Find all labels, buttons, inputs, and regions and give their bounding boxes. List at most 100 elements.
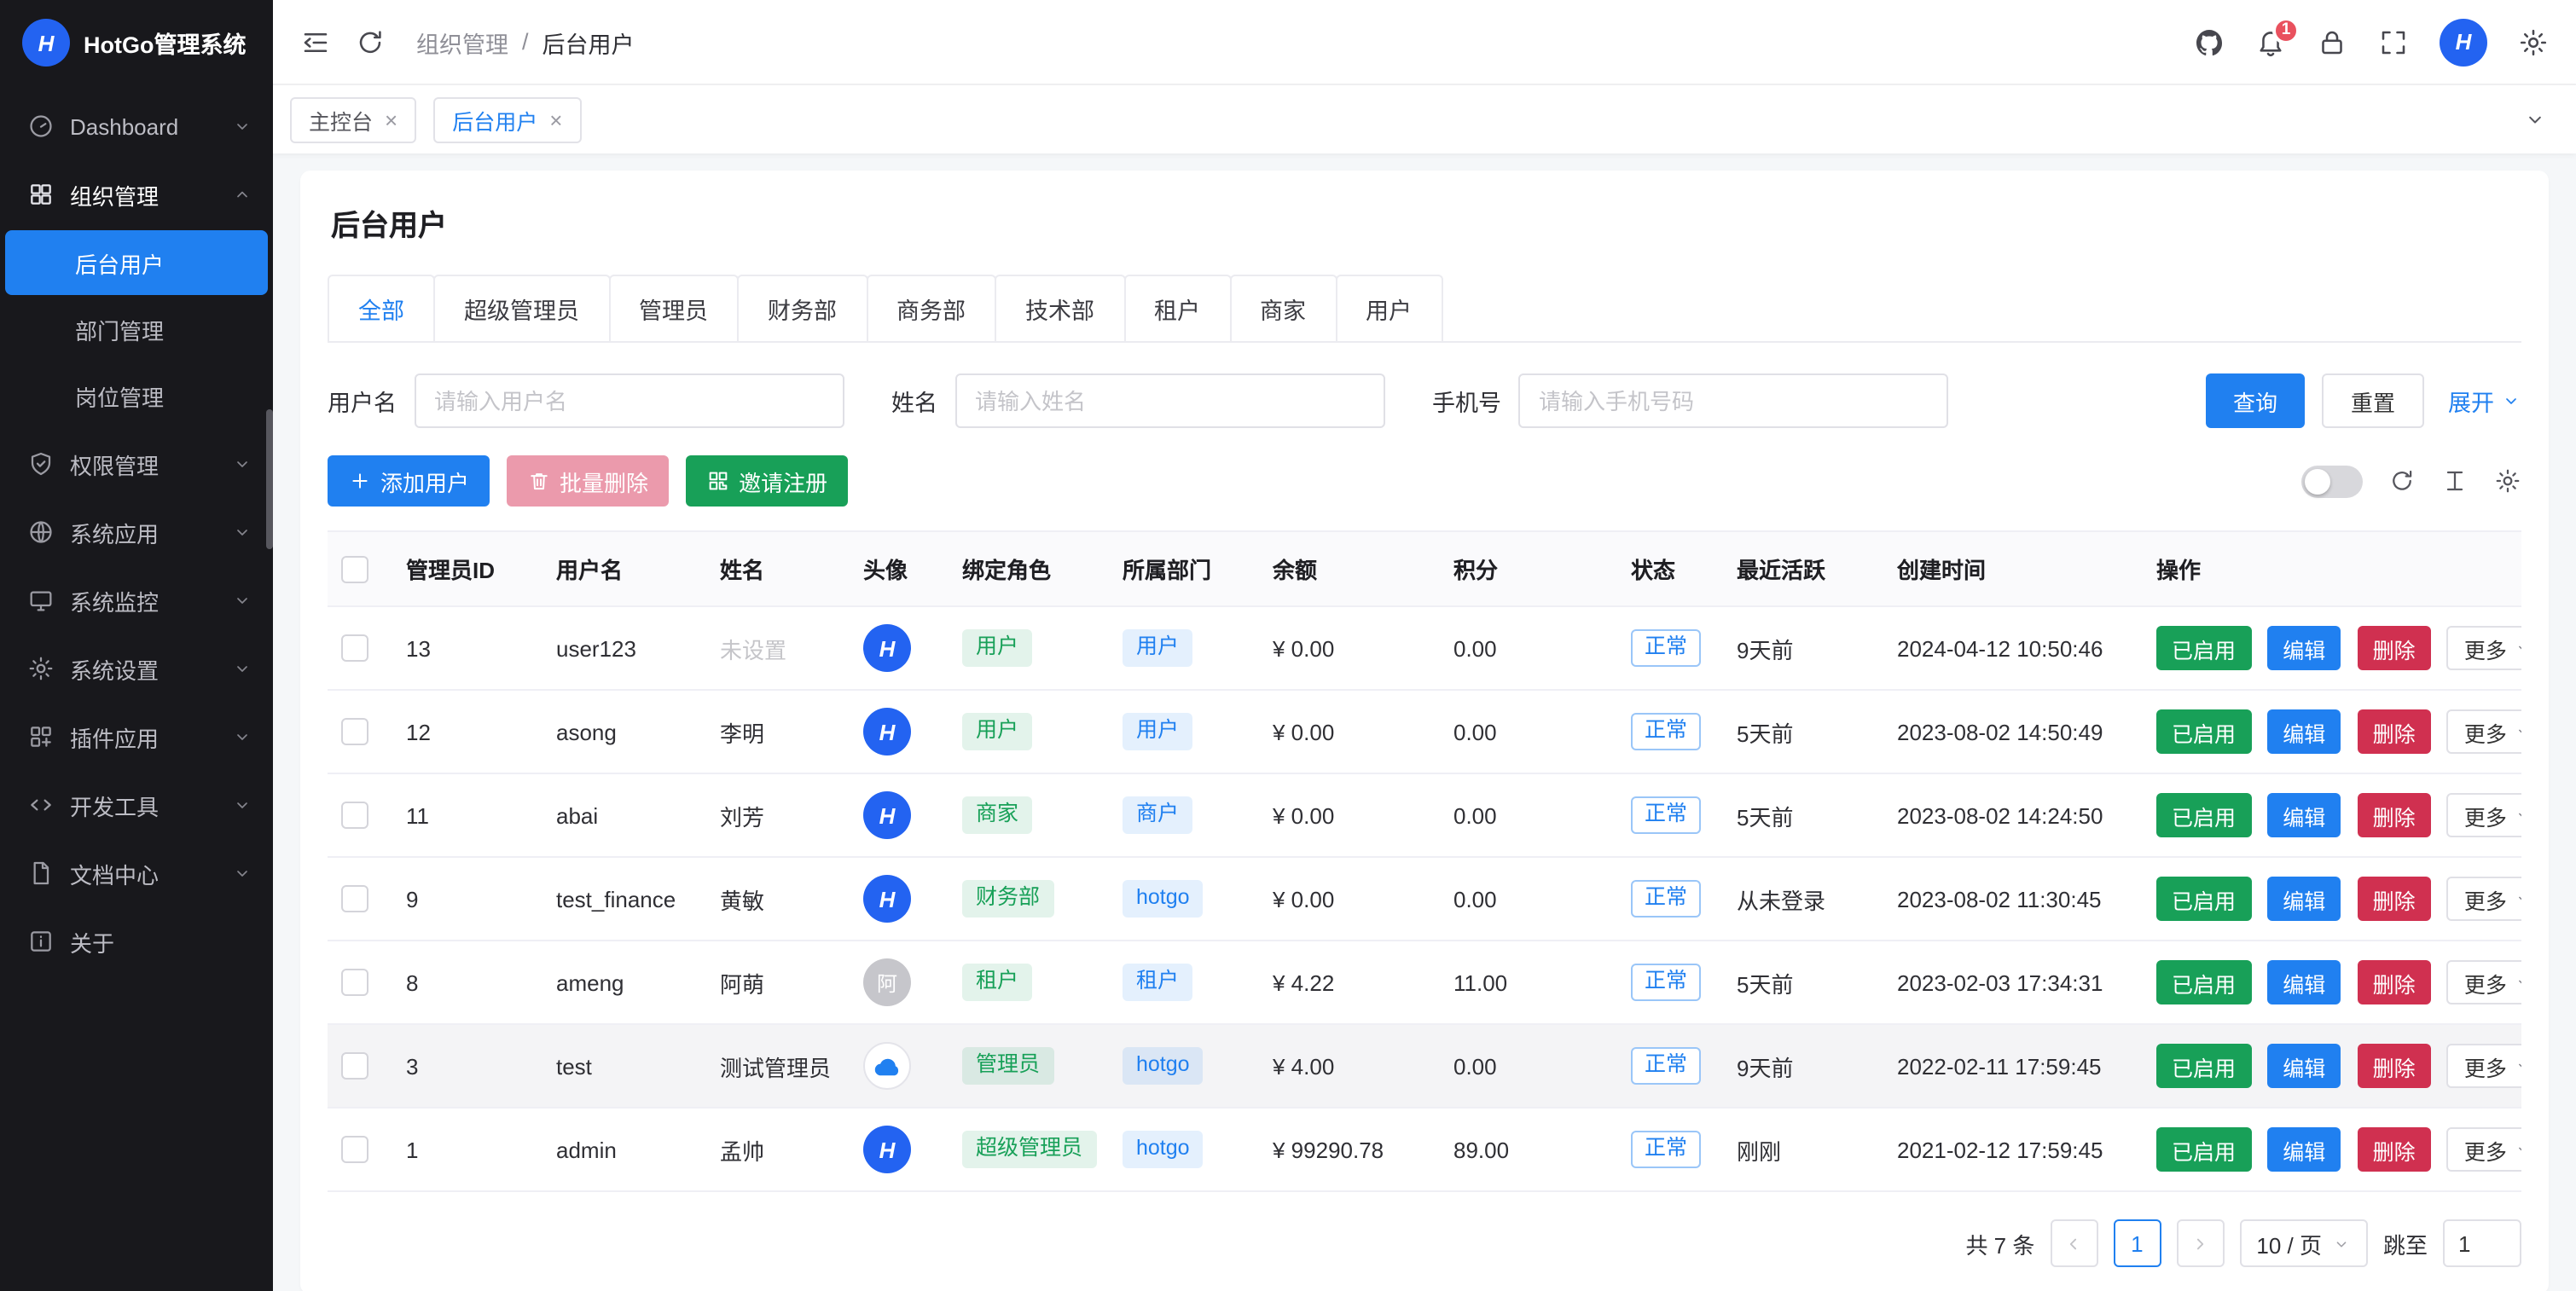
sidebar-item-post[interactable]: 岗位管理 — [5, 363, 268, 428]
page-number-button[interactable]: 1 — [2113, 1219, 2161, 1267]
user-avatar[interactable]: H — [2440, 18, 2487, 66]
sidebar-item-department[interactable]: 部门管理 — [5, 297, 268, 362]
filter-tab[interactable]: 用户 — [1335, 275, 1442, 341]
jump-page-input[interactable] — [2443, 1219, 2521, 1267]
row-checkbox[interactable] — [341, 886, 368, 913]
batch-delete-button[interactable]: 批量删除 — [507, 455, 669, 507]
close-icon[interactable]: × — [385, 108, 397, 130]
expand-filters-link[interactable]: 展开 — [2448, 384, 2521, 418]
row-checkbox[interactable] — [341, 1137, 368, 1164]
sidebar-item-dev-tools[interactable]: 开发工具 — [0, 771, 273, 839]
settings-gear-icon[interactable] — [2518, 26, 2549, 57]
enabled-button[interactable]: 已启用 — [2156, 626, 2251, 670]
close-icon[interactable]: × — [549, 108, 562, 130]
realname-input[interactable] — [954, 373, 1384, 428]
more-button[interactable]: 更多 — [2447, 1044, 2521, 1088]
username-input[interactable] — [414, 373, 844, 428]
select-all-checkbox[interactable] — [341, 556, 368, 583]
more-button[interactable]: 更多 — [2447, 960, 2521, 1004]
sidebar-item-system-setting[interactable]: 系统设置 — [0, 634, 273, 703]
edit-button[interactable]: 编辑 — [2267, 793, 2341, 837]
column-settings-icon[interactable] — [2494, 467, 2521, 495]
sidebar-item-doc-center[interactable]: 文档中心 — [0, 839, 273, 907]
edit-button[interactable]: 编辑 — [2267, 1044, 2341, 1088]
delete-button[interactable]: 删除 — [2358, 793, 2431, 837]
row-checkbox[interactable] — [341, 635, 368, 663]
edit-button[interactable]: 编辑 — [2267, 626, 2341, 670]
sidebar-item-system-app[interactable]: 系统应用 — [0, 498, 273, 566]
notifications-button[interactable]: 1 — [2255, 26, 2286, 57]
row-checkbox[interactable] — [341, 1053, 368, 1080]
more-button[interactable]: 更多 — [2447, 877, 2521, 921]
filter-tab[interactable]: 商务部 — [866, 275, 996, 341]
filter-tab[interactable]: 商家 — [1229, 275, 1337, 341]
enabled-button[interactable]: 已启用 — [2156, 709, 2251, 754]
more-button[interactable]: 更多 — [2447, 709, 2521, 754]
delete-button[interactable]: 删除 — [2358, 626, 2431, 670]
delete-button[interactable]: 删除 — [2358, 1127, 2431, 1172]
table-row[interactable]: 3 test 测试管理员 管理员 hotgo ¥ 4.00 0.00 正常 9天… — [328, 1024, 2521, 1108]
table-row[interactable]: 13 user123 未设置 H 用户 用户 ¥ 0.00 0.00 正常 9天… — [328, 606, 2521, 690]
sidebar-item-backend-users[interactable]: 后台用户 — [5, 230, 268, 295]
row-checkbox[interactable] — [341, 719, 368, 746]
filter-tab[interactable]: 财务部 — [737, 275, 867, 341]
delete-button[interactable]: 删除 — [2358, 709, 2431, 754]
tab-chip[interactable]: 后台用户 × — [433, 96, 581, 142]
edit-button[interactable]: 编辑 — [2267, 1127, 2341, 1172]
delete-button[interactable]: 删除 — [2358, 877, 2431, 921]
fullscreen-icon[interactable] — [2378, 26, 2409, 57]
more-button[interactable]: 更多 — [2447, 793, 2521, 837]
query-button[interactable]: 查询 — [2206, 373, 2305, 428]
sidebar-item-organization[interactable]: 组织管理 — [0, 160, 273, 229]
edit-button[interactable]: 编辑 — [2267, 960, 2341, 1004]
sidebar-item-dashboard[interactable]: Dashboard — [0, 92, 273, 160]
invite-register-button[interactable]: 邀请注册 — [686, 455, 848, 507]
breadcrumb-item[interactable]: 组织管理 — [416, 25, 508, 59]
table-row[interactable]: 8 ameng 阿萌 阿 租户 租户 ¥ 4.22 11.00 正常 5天前 2… — [328, 941, 2521, 1024]
filter-tab[interactable]: 技术部 — [995, 275, 1125, 341]
edit-button[interactable]: 编辑 — [2267, 709, 2341, 754]
table-row[interactable]: 9 test_finance 黄敏 H 财务部 hotgo ¥ 0.00 0.0… — [328, 857, 2521, 941]
phone-input[interactable] — [1518, 373, 1948, 428]
tab-chip[interactable]: 主控台 × — [290, 96, 416, 142]
enabled-button[interactable]: 已启用 — [2156, 793, 2251, 837]
prev-page-button[interactable] — [2050, 1219, 2097, 1267]
delete-button[interactable]: 删除 — [2358, 1044, 2431, 1088]
sidebar-item-plugin-app[interactable]: 插件应用 — [0, 703, 273, 771]
sidebar-item-about[interactable]: 关于 — [0, 907, 273, 975]
delete-button[interactable]: 删除 — [2358, 960, 2431, 1004]
menu-fold-icon[interactable] — [300, 26, 331, 57]
filter-tab[interactable]: 租户 — [1123, 275, 1231, 341]
toggle-switch[interactable] — [2301, 465, 2363, 497]
app-logo[interactable]: H HotGo管理系统 — [0, 0, 273, 85]
more-button[interactable]: 更多 — [2447, 626, 2521, 670]
table-row[interactable]: 1 admin 孟帅 H 超级管理员 hotgo ¥ 99290.78 89.0… — [328, 1108, 2521, 1191]
enabled-button[interactable]: 已启用 — [2156, 877, 2251, 921]
refresh-table-icon[interactable] — [2388, 467, 2416, 495]
enabled-button[interactable]: 已启用 — [2156, 960, 2251, 1004]
tabs-more-button[interactable] — [2511, 96, 2559, 143]
sidebar-scrollbar[interactable] — [266, 409, 273, 549]
filter-tab[interactable]: 超级管理员 — [433, 275, 610, 341]
page-size-select[interactable]: 10 / 页 — [2239, 1219, 2368, 1267]
row-height-icon[interactable] — [2441, 467, 2469, 495]
add-user-button[interactable]: 添加用户 — [328, 455, 490, 507]
refresh-page-icon[interactable] — [355, 26, 386, 57]
row-checkbox[interactable] — [341, 970, 368, 997]
reset-button[interactable]: 重置 — [2322, 373, 2424, 428]
enabled-button[interactable]: 已启用 — [2156, 1127, 2251, 1172]
sidebar-item-system-monitor[interactable]: 系统监控 — [0, 566, 273, 634]
table-row[interactable]: 12 asong 李明 H 用户 用户 ¥ 0.00 0.00 正常 5天前 2… — [328, 690, 2521, 773]
sidebar-item-permission[interactable]: 权限管理 — [0, 430, 273, 498]
filter-tab[interactable]: 全部 — [328, 275, 435, 341]
next-page-button[interactable] — [2176, 1219, 2224, 1267]
cell-realname: 测试管理员 — [706, 1024, 850, 1108]
edit-button[interactable]: 编辑 — [2267, 877, 2341, 921]
row-checkbox[interactable] — [341, 802, 368, 830]
filter-tab[interactable]: 管理员 — [608, 275, 739, 341]
more-button[interactable]: 更多 — [2447, 1127, 2521, 1172]
table-row[interactable]: 11 abai 刘芳 H 商家 商户 ¥ 0.00 0.00 正常 5天前 20… — [328, 773, 2521, 857]
lock-screen-icon[interactable] — [2317, 26, 2347, 57]
enabled-button[interactable]: 已启用 — [2156, 1044, 2251, 1088]
github-icon[interactable] — [2194, 26, 2225, 57]
